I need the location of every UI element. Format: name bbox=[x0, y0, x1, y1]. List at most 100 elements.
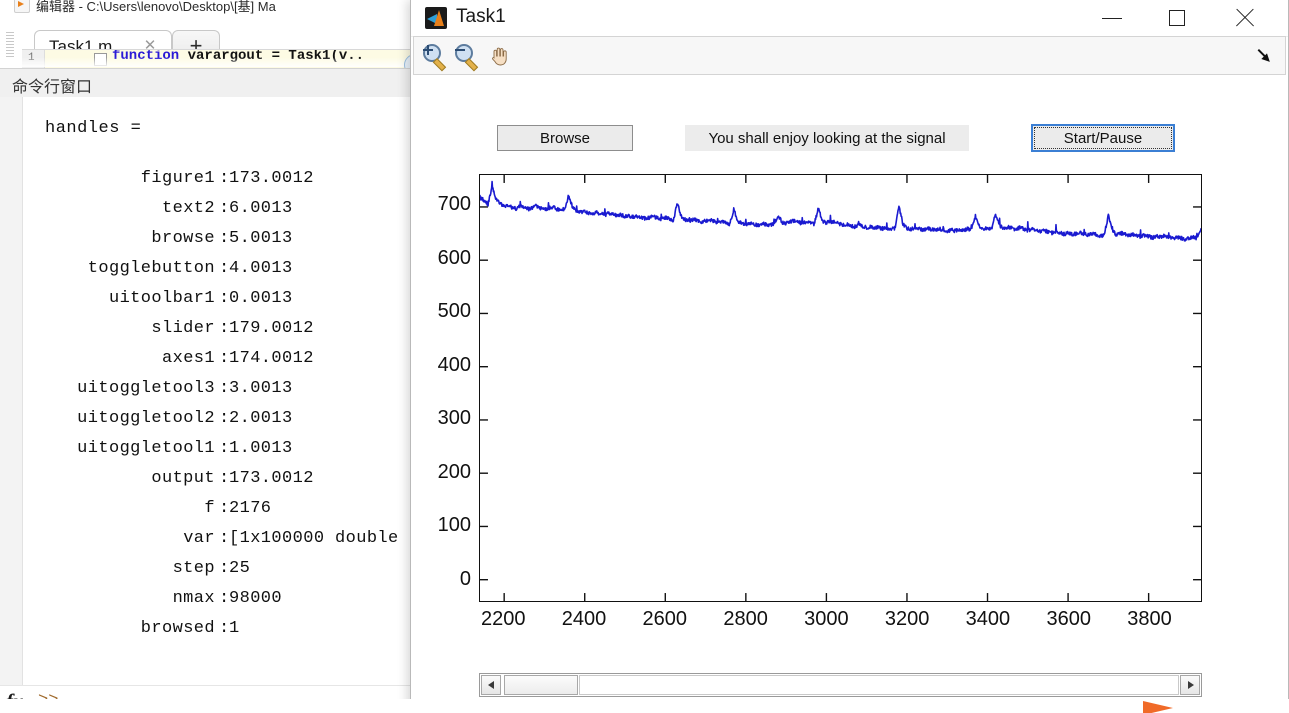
handles-entry-key: togglebutton bbox=[87, 259, 215, 278]
handles-entry-key: uitoolbar1 bbox=[108, 289, 215, 308]
handles-entry: nmax:98000 bbox=[23, 589, 403, 619]
scroll-right-arrow-icon[interactable] bbox=[1180, 675, 1200, 695]
x-axis-tick-label: 2800 bbox=[723, 608, 768, 630]
taskbar-matlab-icon[interactable] bbox=[1143, 701, 1173, 713]
handles-entry-key: text2 bbox=[161, 199, 215, 218]
zoom-out-handle bbox=[464, 58, 479, 72]
handles-entry-value: 173.0012 bbox=[229, 469, 314, 488]
status-text: You shall enjoy looking at the signal bbox=[685, 125, 969, 151]
handles-entry: step:25 bbox=[23, 559, 403, 589]
x-axis-tick-label: 2600 bbox=[642, 608, 688, 630]
pan-hand-icon[interactable] bbox=[484, 41, 516, 71]
handles-entry-value: [1x100000 double bbox=[229, 529, 399, 548]
taskbar-peek bbox=[0, 699, 1289, 713]
ide-titlebar: 编辑器 - C:\Users\lenovo\Desktop\[基] Ma bbox=[0, 0, 420, 14]
browse-button-label: Browse bbox=[539, 129, 591, 147]
command-window-output[interactable]: handles = figure1:173.0012 text2:6.0013 br… bbox=[23, 97, 420, 685]
handles-entry: f:2176 bbox=[23, 499, 403, 529]
horizontal-scrollbar[interactable] bbox=[479, 673, 1202, 697]
handles-entry: uitoolbar1:0.0013 bbox=[23, 289, 403, 319]
minimize-icon bbox=[1102, 18, 1122, 19]
handles-entry-key: var bbox=[183, 529, 215, 548]
minimize-button[interactable] bbox=[1085, 0, 1141, 35]
handles-entry-value: 173.0012 bbox=[229, 169, 314, 188]
zoom-out-icon[interactable] bbox=[452, 41, 484, 72]
handles-entry: slider:179.0012 bbox=[23, 319, 403, 349]
command-window-title: 命令行窗口 bbox=[12, 79, 93, 96]
x-tick-marks bbox=[503, 175, 1150, 601]
handles-entry-value: 4.0013 bbox=[229, 259, 293, 278]
handles-entry: uitoggletool2:2.0013 bbox=[23, 409, 403, 439]
handles-entry-value: 2176 bbox=[229, 499, 272, 518]
handles-entry-key: nmax bbox=[172, 589, 215, 608]
start-pause-button[interactable]: Start/Pause bbox=[1031, 124, 1175, 152]
handles-entry: var: [1x100000 double bbox=[23, 529, 403, 559]
start-pause-focus-ring: Start/Pause bbox=[1034, 127, 1172, 149]
matlab-logo-icon bbox=[425, 7, 447, 29]
handles-entry-value: 98000 bbox=[229, 589, 283, 608]
zoom-in-handle bbox=[432, 58, 447, 72]
x-axis-tick-label: 2200 bbox=[480, 608, 526, 630]
scroll-left-arrow-icon[interactable] bbox=[481, 675, 501, 695]
signal-plot-svg bbox=[480, 175, 1201, 601]
command-window-header: 命令行窗口 bbox=[0, 69, 420, 98]
handles-entry-value: 0.0013 bbox=[229, 289, 293, 308]
handles-entry: uitoggletool1:1.0013 bbox=[23, 439, 403, 469]
y-axis-tick-label: 600 bbox=[437, 246, 471, 269]
handles-entry-key: step bbox=[172, 559, 215, 578]
signal-plot-axes[interactable] bbox=[479, 174, 1202, 602]
y-axis-tick-label: 300 bbox=[437, 407, 471, 430]
figure-canvas: Browse You shall enjoy looking at the si… bbox=[413, 76, 1286, 711]
handles-entry-key: slider bbox=[151, 319, 215, 338]
x-axis-tick-label: 3800 bbox=[1127, 608, 1172, 630]
ide-window-title: 编辑器 - C:\Users\lenovo\Desktop\[基] Ma bbox=[36, 0, 276, 14]
handles-entry-value: 179.0012 bbox=[229, 319, 314, 338]
y-axis-tick-label: 500 bbox=[437, 300, 471, 323]
toolbar-overflow-arrow-icon[interactable] bbox=[1257, 47, 1275, 65]
task1-titlebar[interactable]: Task1 bbox=[411, 0, 1288, 37]
status-text-label: You shall enjoy looking at the signal bbox=[708, 129, 946, 147]
handles-entry-value: 3.0013 bbox=[229, 379, 293, 398]
command-window-left-rail bbox=[0, 97, 23, 713]
maximize-button[interactable] bbox=[1151, 0, 1207, 35]
zoom-in-icon[interactable] bbox=[420, 41, 452, 72]
y-axis-tick-label: 700 bbox=[437, 193, 471, 216]
y-axis-tick-label: 400 bbox=[437, 353, 471, 376]
handles-entry-key: browse bbox=[151, 229, 215, 248]
matlab-ide-window: 编辑器 - C:\Users\lenovo\Desktop\[基] Ma Tas… bbox=[0, 0, 420, 713]
zoom-out-minus bbox=[455, 49, 465, 51]
handles-entry-key: browsed bbox=[140, 619, 215, 638]
handles-entry-value: 1.0013 bbox=[229, 439, 293, 458]
handles-entry-value: 2.0013 bbox=[229, 409, 293, 428]
signal-trace bbox=[480, 180, 1201, 242]
handles-entry: togglebutton:4.0013 bbox=[23, 259, 403, 289]
task1-figure-window: Task1 Browse You shall enjoy looking at … bbox=[410, 0, 1289, 713]
handles-entry-key: uitoggletool3 bbox=[77, 379, 215, 398]
handles-entry: axes1:174.0012 bbox=[23, 349, 403, 379]
matlab-logo-wing-orange bbox=[434, 10, 444, 26]
maximize-icon bbox=[1169, 10, 1185, 26]
scrollbar-thumb[interactable] bbox=[504, 675, 578, 695]
output-lead: handles = bbox=[45, 119, 142, 138]
handles-entry-key: f bbox=[204, 499, 215, 518]
task1-window-title: Task1 bbox=[456, 6, 506, 27]
handles-entry: browsed:1 bbox=[23, 619, 403, 649]
figure-toolbar bbox=[413, 36, 1286, 75]
tabstrip-grip[interactable] bbox=[6, 32, 14, 58]
handles-entry: browse:5.0013 bbox=[23, 229, 403, 259]
command-window-panel: 命令行窗口 handles = figure1:173.0012 text2:6.… bbox=[0, 68, 420, 713]
browse-button[interactable]: Browse bbox=[497, 125, 633, 151]
x-axis-tick-label: 3200 bbox=[884, 608, 930, 630]
matlab-editor-icon bbox=[14, 0, 30, 13]
handles-entry-value: 1 bbox=[229, 619, 240, 638]
editor-tabstrip: Task1.m ✕ + bbox=[0, 14, 420, 63]
handles-entry-key: uitoggletool2 bbox=[77, 409, 215, 428]
close-window-button[interactable] bbox=[1223, 0, 1279, 35]
handles-entry: output:173.0012 bbox=[23, 469, 403, 499]
handles-entry: uitoggletool3:3.0013 bbox=[23, 379, 403, 409]
scrollbar-track[interactable] bbox=[579, 675, 1179, 695]
y-axis-tick-label: 100 bbox=[437, 514, 471, 537]
handles-entry-key: figure1 bbox=[140, 169, 215, 188]
handles-entry: figure1:173.0012 bbox=[23, 169, 403, 199]
handles-entry-value: 5.0013 bbox=[229, 229, 293, 248]
